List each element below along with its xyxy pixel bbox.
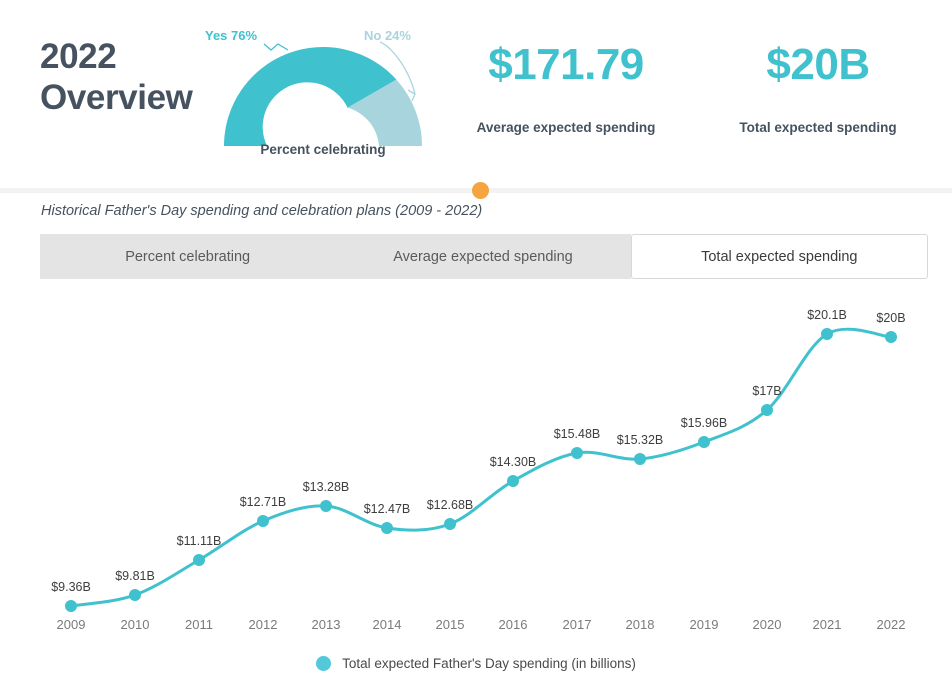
page-title-year: 2022 (40, 37, 117, 76)
chart-data-label: $14.30B (489, 455, 537, 469)
kpi-average-label: Average expected spending (476, 120, 656, 136)
chart-data-label: $15.96B (680, 416, 728, 430)
chart-data-point[interactable] (257, 515, 269, 527)
chart-data-label: $9.81B (115, 569, 155, 583)
chart-data-label: $12.71B (239, 495, 287, 509)
x-axis-tick-label: 2015 (435, 617, 465, 632)
tab-average-expected-spending[interactable]: Average expected spending (335, 234, 631, 279)
x-axis-tick-label: 2009 (56, 617, 86, 632)
kpi-average-value: $171.79 (488, 40, 644, 89)
chart-data-point[interactable] (444, 518, 456, 530)
gauge-yes-leader-line (263, 43, 289, 51)
kpi-total-value: $20B (766, 40, 870, 89)
chart-data-point[interactable] (571, 447, 583, 459)
chart-subtitle: Historical Father's Day spending and cel… (41, 203, 483, 219)
x-axis-tick-label: 2022 (876, 617, 906, 632)
chart-data-point[interactable] (885, 331, 897, 343)
chart-legend: Total expected Father's Day spending (in… (0, 656, 952, 671)
kpi-average-expected-spending: $171.79 Average expected spending (438, 40, 694, 136)
overview-header: 2022 Overview Yes 76% No 24% Percent cel… (0, 0, 952, 189)
chart-data-point[interactable] (634, 453, 646, 465)
tab-total-expected-spending[interactable]: Total expected spending (630, 234, 928, 279)
page-title-word: Overview (40, 78, 193, 118)
x-axis-tick-label: 2020 (752, 617, 782, 632)
chart-x-axis: 2009 2010 2011 2012 2013 2014 2015 2016 2017 2018… (0, 617, 952, 639)
chart-data-point[interactable] (381, 522, 393, 534)
x-axis-tick-label: 2012 (248, 617, 278, 632)
x-axis-tick-label: 2016 (498, 617, 528, 632)
chart-data-label: $12.68B (426, 498, 474, 512)
x-axis-tick-label: 2013 (311, 617, 341, 632)
chart-data-label: $17B (752, 384, 782, 398)
gauge-caption: Percent celebrating (260, 142, 386, 157)
percent-celebrating-gauge: Yes 76% No 24% Percent celebrating (205, 24, 438, 164)
chart-data-points (65, 328, 897, 612)
gauge-no-label: No 24% (364, 28, 411, 43)
chart-data-point[interactable] (507, 475, 519, 487)
x-axis-tick-label: 2017 (562, 617, 592, 632)
page-title: 2022 Overview (40, 36, 220, 119)
chart-data-point[interactable] (193, 554, 205, 566)
chart-data-point[interactable] (761, 404, 773, 416)
kpi-total-label: Total expected spending (739, 120, 897, 136)
chart-data-point[interactable] (821, 328, 833, 340)
x-axis-tick-label: 2021 (812, 617, 842, 632)
x-axis-tick-label: 2011 (185, 617, 213, 632)
chart-data-label: $20B (876, 311, 906, 325)
carousel-indicator-dot[interactable] (472, 182, 489, 199)
chart-data-point[interactable] (320, 500, 332, 512)
chart-data-label: $11.11B (176, 534, 222, 548)
chart-data-point[interactable] (65, 600, 77, 612)
legend-label: Total expected Father's Day spending (in… (342, 656, 636, 671)
tab-percent-celebrating[interactable]: Percent celebrating (40, 234, 336, 279)
x-axis-tick-label: 2010 (120, 617, 150, 632)
x-axis-tick-label: 2014 (372, 617, 402, 632)
legend-marker-icon (316, 656, 332, 671)
gauge-yes-label: Yes 76% (205, 28, 258, 43)
chart-data-label: $13.28B (302, 480, 350, 494)
chart-tab-bar: Percent celebrating Average expected spe… (40, 234, 928, 279)
kpi-total-expected-spending: $20B Total expected spending (690, 40, 946, 136)
x-axis-tick-label: 2018 (625, 617, 655, 632)
x-axis-tick-label: 2019 (689, 617, 719, 632)
chart-data-label: $15.32B (616, 433, 664, 447)
chart-data-point[interactable] (698, 436, 710, 448)
chart-data-point[interactable] (129, 589, 141, 601)
